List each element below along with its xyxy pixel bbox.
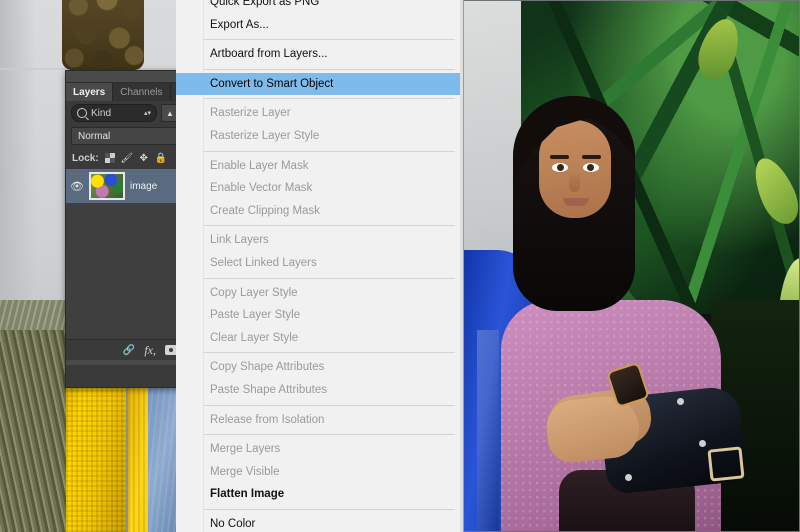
- menu-item-create-clipping-mask: Create Clipping Mask: [210, 204, 320, 217]
- menu-item-enable-vector-mask: Enable Vector Mask: [210, 182, 313, 195]
- eyebrow-right: [582, 155, 601, 159]
- layer-context-menu[interactable]: Quick Export as PNG Export As... Artboard …: [176, 0, 464, 532]
- menu-item-copy-layer-style: Copy Layer Style: [210, 286, 298, 299]
- menu-separator: [204, 434, 455, 436]
- tab-channels[interactable]: Channels: [113, 83, 171, 101]
- search-icon: [77, 108, 87, 118]
- nose: [569, 172, 580, 192]
- menu-separator: [204, 225, 455, 227]
- menu-item-quick-export-as-png[interactable]: Quick Export as PNG: [176, 0, 463, 14]
- transparent-pixels-icon[interactable]: [104, 152, 116, 164]
- layer-thumbnail[interactable]: [89, 172, 125, 200]
- lock-all-icon[interactable]: 🔒: [154, 152, 166, 164]
- tab-layers[interactable]: Layers: [66, 83, 114, 101]
- handbag-stud-1: [677, 398, 684, 405]
- blend-mode-value: Normal: [78, 130, 111, 142]
- blend-mode-select[interactable]: Normal: [71, 127, 179, 145]
- menu-item-clear-layer-style: Clear Layer Style: [210, 331, 299, 344]
- portrait-photo: [463, 0, 800, 532]
- move-icon[interactable]: ✥: [138, 152, 150, 164]
- tab-channels-label: Channels: [120, 86, 163, 98]
- menu-item-flatten-image[interactable]: Flatten Image: [176, 483, 463, 506]
- layer-filter-row: Kind ▴▾ ▲: [66, 101, 184, 125]
- menu-item-copy-shape-attributes: Copy Shape Attributes: [210, 361, 325, 374]
- lock-row: Lock: 🖌 ✥ 🔒: [66, 147, 184, 169]
- layers-panel-footer: 🔗 fx,: [66, 339, 184, 360]
- wall-shadow: [0, 0, 36, 330]
- eye-right: [583, 163, 599, 172]
- eyebrow-left: [550, 155, 569, 159]
- menu-item-export-as[interactable]: Export As...: [176, 14, 463, 37]
- blend-mode-row: Normal: [66, 125, 184, 147]
- layer-list[interactable]: 👁 image: [66, 169, 184, 339]
- eye-left: [552, 163, 568, 172]
- menu-separator: [204, 150, 455, 152]
- layer-row-image[interactable]: 👁 image: [66, 169, 184, 203]
- menu-separator: [204, 39, 455, 41]
- handbag-stud-2: [699, 440, 706, 447]
- menu-item-select-linked-layers: Select Linked Layers: [210, 256, 317, 269]
- menu-item-rasterize-layer: Rasterize Layer: [210, 107, 291, 120]
- menu-item-list: Quick Export as PNG Export As... Artboard …: [176, 0, 463, 532]
- menu-item-link-layers: Link Layers: [210, 234, 269, 247]
- menu-scrollbar[interactable]: [460, 0, 463, 532]
- menu-item-paste-shape-attributes: Paste Shape Attributes: [210, 383, 327, 396]
- mouth: [563, 198, 589, 206]
- menu-separator: [204, 98, 455, 100]
- menu-separator: [204, 68, 455, 70]
- menu-item-merge-layers: Merge Layers: [210, 443, 281, 456]
- panel-tab-bar: Layers Channels P: [66, 83, 193, 101]
- layers-panel[interactable]: Layers Channels P Kind ▴▾ ▲ Normal Lock:: [65, 70, 193, 388]
- menu-item-merge-visible: Merge Visible: [210, 465, 280, 478]
- handbag-stud-3: [625, 474, 632, 481]
- lock-label: Lock:: [72, 152, 99, 164]
- menu-separator: [204, 404, 455, 406]
- fx-icon[interactable]: fx,: [144, 343, 156, 358]
- menu-item-enable-layer-mask: Enable Layer Mask: [210, 159, 309, 172]
- menu-item-artboard-from-layers[interactable]: Artboard from Layers...: [176, 43, 463, 66]
- jacket-fold: [477, 330, 499, 532]
- palm-trunk: [62, 0, 144, 70]
- menu-item-convert-to-smart-object[interactable]: Convert to Smart Object: [176, 72, 463, 96]
- chevron-updown-icon[interactable]: ▴▾: [144, 110, 151, 117]
- menu-item-release-from-isolation: Release from Isolation: [210, 413, 325, 426]
- menu-separator: [204, 508, 455, 510]
- menu-item-rasterize-layer-style: Rasterize Layer Style: [210, 129, 320, 142]
- filter-kind-select[interactable]: Kind ▴▾: [71, 104, 157, 122]
- eye-icon[interactable]: 👁: [70, 180, 84, 193]
- brush-icon[interactable]: 🖌: [120, 152, 133, 164]
- menu-item-no-color[interactable]: No Color: [176, 513, 463, 532]
- menu-separator: [204, 277, 455, 279]
- menu-separator: [204, 352, 455, 354]
- handbag-buckle: [707, 446, 745, 482]
- panel-drag-handle[interactable]: [66, 71, 184, 83]
- panel-resize-handle[interactable]: [66, 360, 184, 365]
- layer-name[interactable]: image: [130, 181, 157, 192]
- app-window: Layers Channels P Kind ▴▾ ▲ Normal Lock:: [0, 0, 800, 532]
- link-layers-icon[interactable]: 🔗: [123, 345, 135, 356]
- menu-item-paste-layer-style: Paste Layer Style: [210, 309, 301, 322]
- tab-layers-label: Layers: [73, 86, 106, 98]
- filter-kind-value: Kind: [91, 107, 112, 119]
